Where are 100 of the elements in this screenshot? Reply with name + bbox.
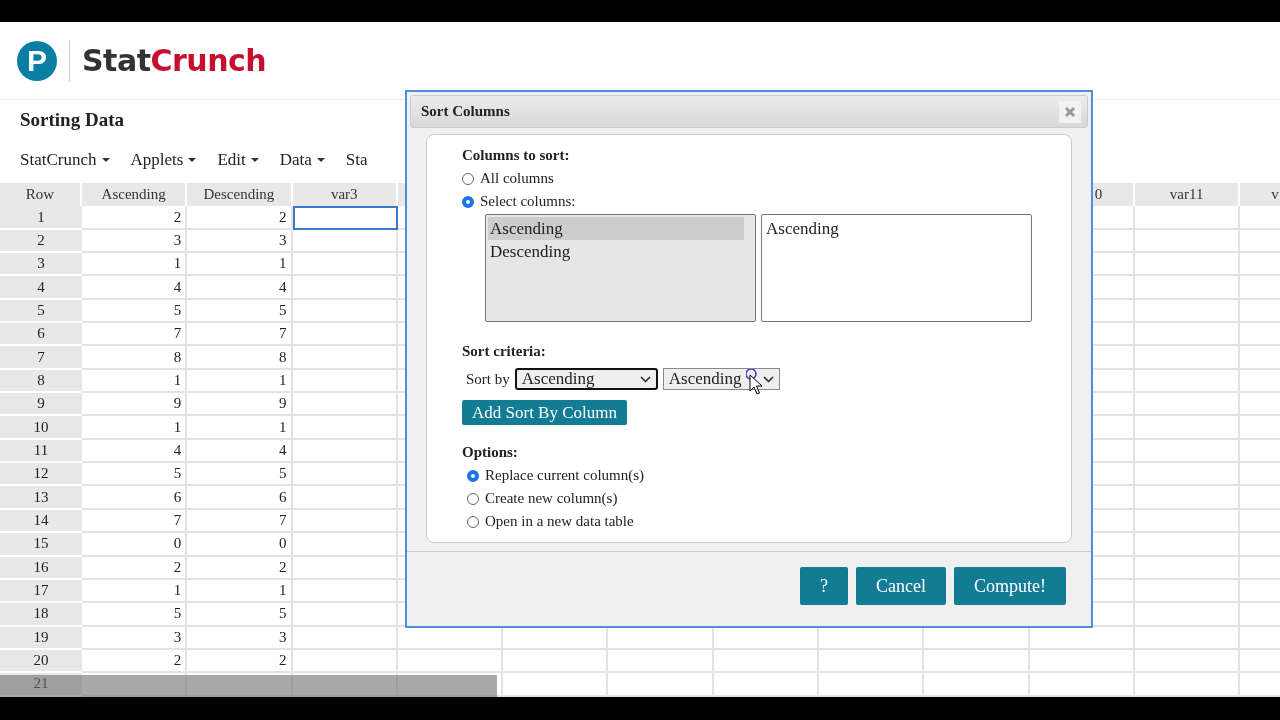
column-header: Descending [187, 183, 293, 207]
table-cell: 2 [82, 556, 188, 580]
table-cell: 9 [82, 393, 188, 417]
row-number: 4 [0, 276, 82, 300]
list-item[interactable]: Descending [488, 240, 744, 263]
menu-item[interactable]: StatCrunch [20, 150, 110, 170]
row-number: 18 [0, 603, 82, 627]
table-cell: 1 [82, 369, 188, 394]
add-sort-button[interactable]: Add Sort By Column [462, 400, 627, 425]
menu-item[interactable]: Applets [130, 150, 197, 170]
column-select[interactable]: Ascending [514, 368, 658, 390]
table-cell: 4 [187, 276, 293, 300]
row-number: 5 [0, 299, 82, 324]
sort-by-label: Sort by [466, 370, 510, 388]
list-item[interactable]: Ascending [764, 217, 839, 240]
table-cell: 3 [82, 626, 188, 650]
table-cell: 5 [82, 463, 188, 487]
table-cell: 0 [187, 533, 293, 557]
table-cell: 2 [82, 649, 188, 674]
compute-button[interactable]: Compute! [954, 567, 1066, 605]
table-cell: 2 [82, 206, 188, 230]
table-cell: 5 [82, 603, 188, 627]
table-cell: 8 [82, 346, 188, 370]
radio-button[interactable] [462, 195, 474, 208]
row-number: 20 [0, 649, 82, 674]
table-cell: 1 [187, 253, 293, 277]
radio-button[interactable] [467, 469, 479, 482]
table-cell: 6 [82, 486, 188, 510]
table-cell: 3 [187, 626, 293, 650]
table-cell: 1 [82, 579, 188, 604]
caret-icon [188, 158, 197, 162]
row-number: 8 [0, 369, 82, 394]
row-number: 14 [0, 509, 82, 534]
table-cell: 2 [187, 206, 293, 230]
section-heading: Options: [462, 444, 518, 462]
row-number: 9 [0, 393, 82, 417]
mouse-cursor-icon [746, 369, 764, 395]
table-cell: 5 [187, 603, 293, 627]
row-number: 12 [0, 463, 82, 487]
radio-label: Open in a new data table [485, 513, 634, 530]
table-cell: 7 [82, 323, 188, 347]
table-cell: 7 [187, 323, 293, 347]
scrollbar-thumb[interactable] [0, 674, 497, 697]
menu-item[interactable]: Edit [217, 150, 259, 170]
radio-button[interactable] [467, 492, 479, 505]
list-item[interactable]: Ascending [488, 217, 744, 240]
caret-icon [101, 158, 110, 162]
menu-item[interactable]: Sta [345, 150, 368, 170]
dialog-title: Sort Columns [421, 103, 510, 120]
row-number: 6 [0, 323, 82, 347]
row-number: 1 [0, 206, 82, 230]
caret-icon [250, 158, 259, 162]
table-cell: 5 [187, 299, 293, 324]
row-number: 16 [0, 556, 82, 580]
table-cell: 2 [187, 556, 293, 580]
table-cell: 6 [187, 486, 293, 510]
radio-label: All columns [480, 170, 554, 187]
brand-name: StatCrunch [82, 43, 267, 78]
table-cell: 5 [187, 463, 293, 487]
table-cell: 2 [187, 649, 293, 674]
chevron-icon [762, 375, 774, 383]
table-cell: 1 [82, 416, 188, 440]
radio-label: Select columns: [480, 193, 576, 210]
table-cell: 3 [187, 229, 293, 254]
row-number: 19 [0, 626, 82, 650]
table-cell[interactable] [292, 206, 398, 230]
close-button[interactable] [1059, 100, 1081, 123]
menu-item[interactable]: Data [279, 150, 325, 170]
table-cell: 4 [82, 439, 188, 464]
order-select[interactable]: Ascending [662, 368, 780, 390]
table-cell: 0 [82, 533, 188, 557]
table-cell: 8 [187, 346, 293, 370]
row-number: 10 [0, 416, 82, 440]
table-cell: 7 [82, 509, 188, 534]
page-title: Sorting Data [19, 108, 124, 132]
caret-icon [316, 158, 325, 162]
table-cell: 4 [82, 276, 188, 300]
radio-label: Replace current column(s) [485, 467, 645, 484]
selected-column-list[interactable]: Ascending [761, 214, 1032, 322]
row-number: 7 [0, 346, 82, 370]
row-number: 3 [0, 253, 82, 277]
row-number: 11 [0, 439, 82, 464]
cancel-button[interactable]: Cancel [856, 567, 946, 605]
table-cell: 1 [187, 369, 293, 394]
help-button[interactable]: ? [800, 567, 848, 605]
close-icon [1064, 105, 1076, 118]
table-cell: 1 [82, 253, 188, 277]
table-cell: 1 [187, 579, 293, 604]
row-number: 13 [0, 486, 82, 510]
row-number: 17 [0, 579, 82, 604]
table-cell: 5 [82, 299, 188, 324]
table-cell: 7 [187, 509, 293, 534]
radio-button[interactable] [467, 515, 479, 528]
column-list[interactable]: Ascending Descending [485, 214, 756, 322]
radio-button[interactable] [462, 172, 474, 185]
logo-icon: P [17, 40, 57, 81]
section-heading: Sort criteria: [462, 343, 546, 361]
chevron-icon [639, 375, 651, 383]
column-header: v [1240, 183, 1280, 207]
row-number: 21 [0, 673, 82, 697]
